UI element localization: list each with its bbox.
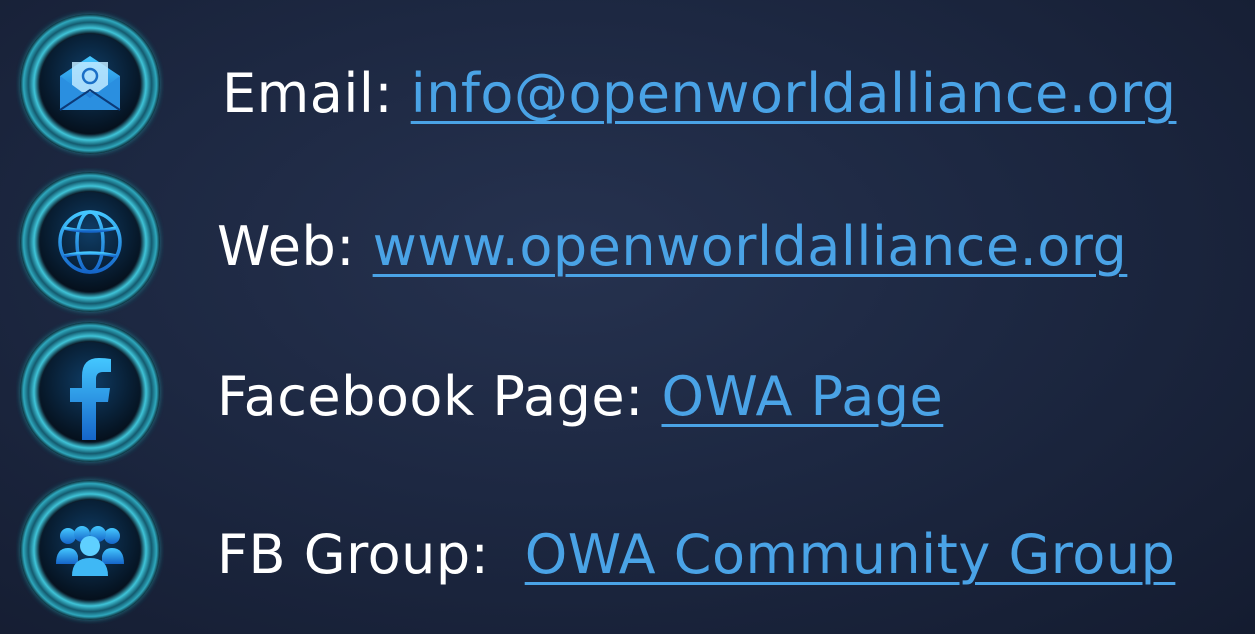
facebook-label: Facebook Page: [217, 365, 644, 428]
email-link[interactable]: info@openworldalliance.org [411, 62, 1177, 125]
web-label: Web: [217, 215, 355, 278]
web-row: Web: www.openworldalliance.org [0, 168, 1255, 318]
group-label: FB Group: [217, 523, 508, 586]
group-icon [16, 476, 164, 624]
group-row: FB Group: OWA Community Group [0, 476, 1255, 626]
group-link[interactable]: OWA Community Group [525, 523, 1176, 586]
facebook-icon [16, 318, 164, 466]
group-line: FB Group: OWA Community Group [217, 528, 1175, 582]
globe-icon [16, 168, 164, 316]
web-link[interactable]: www.openworldalliance.org [373, 215, 1128, 278]
email-label: Email: [222, 62, 394, 125]
email-icon [16, 10, 164, 158]
facebook-link[interactable]: OWA Page [662, 365, 944, 428]
email-line: Email: info@openworldalliance.org [222, 67, 1176, 121]
facebook-row: Facebook Page: OWA Page [0, 318, 1255, 468]
facebook-line: Facebook Page: OWA Page [217, 370, 943, 424]
web-line: Web: www.openworldalliance.org [217, 220, 1127, 274]
email-row: Email: info@openworldalliance.org [0, 10, 1255, 160]
